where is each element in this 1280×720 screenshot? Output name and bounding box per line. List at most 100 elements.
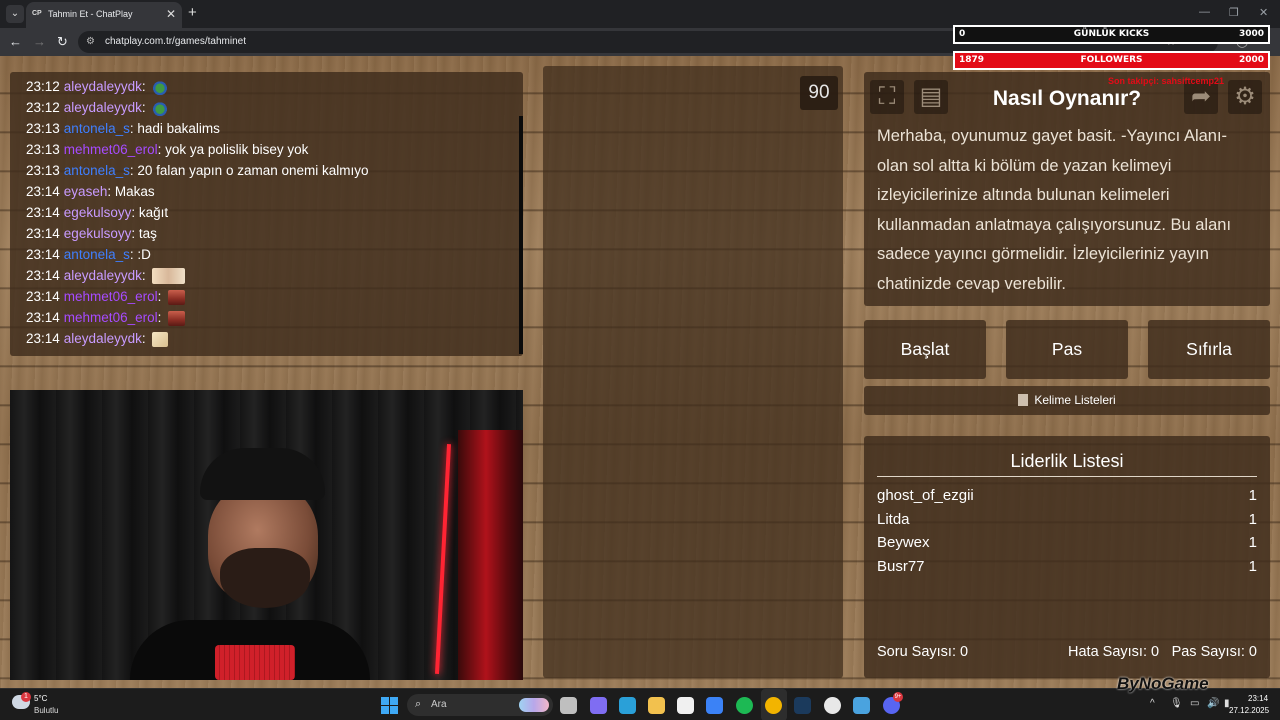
tab-favicon-icon: CP xyxy=(32,10,42,17)
chat-username[interactable]: mehmet06_erol xyxy=(64,142,158,157)
copilot-icon[interactable] xyxy=(590,697,607,714)
chat-emote-pepe-icon xyxy=(152,100,169,116)
word-lists-button[interactable]: Kelime Listeleri xyxy=(864,386,1270,415)
chat-username[interactable]: aleydaleyydk xyxy=(64,79,142,94)
chat-message-list: 23:12 aleydaleyydk: 23:12 aleydaleyydk: 23… xyxy=(26,76,507,349)
chat-username[interactable]: mehmet06_erol xyxy=(64,289,158,304)
timer-display: 90 xyxy=(800,76,838,110)
chat-timestamp: 23:14 xyxy=(26,310,60,325)
minimize-icon[interactable]: — xyxy=(1199,6,1210,18)
weather-description[interactable]: Bulutlu xyxy=(34,706,58,715)
spotify-icon[interactable] xyxy=(736,697,753,714)
player-name: Litda xyxy=(877,510,910,528)
chat-username[interactable]: antonela_s xyxy=(64,163,130,178)
forward-icon[interactable]: → xyxy=(33,34,46,49)
settings-gear-icon[interactable]: ⚙ xyxy=(1228,80,1262,114)
followers-target: 2000 xyxy=(1238,55,1264,65)
clock-time[interactable]: 23:14 xyxy=(1248,694,1268,703)
chat-timestamp: 23:14 xyxy=(26,184,60,199)
task-view-icon[interactable] xyxy=(560,697,577,714)
streamer-beard xyxy=(220,548,310,608)
start-windows-icon[interactable] xyxy=(381,697,398,714)
chat-username[interactable]: eyaseh xyxy=(64,184,108,199)
chat-username[interactable]: mehmet06_erol xyxy=(64,310,158,325)
last-follower-text: Son takipçi: sahsiftcemp21 xyxy=(1108,76,1225,86)
chat-username[interactable]: egekulsoyy xyxy=(64,226,132,241)
webcam-feed xyxy=(10,390,523,680)
restore-icon[interactable]: ❐ xyxy=(1229,6,1239,19)
chat-message: 23:14 mehmet06_erol: xyxy=(26,307,507,328)
chat-username[interactable]: aleydaleyydk xyxy=(64,331,142,346)
chat-text: yok ya polislik bisey yok xyxy=(165,142,309,157)
leaderboard-title: Liderlik Listesi xyxy=(877,451,1257,477)
chat-message: 23:13 antonela_s: hadi bakalims xyxy=(26,118,507,139)
game-stats: Soru Sayısı: 0 Hata Sayısı: 0 Pas Sayısı… xyxy=(877,644,1257,664)
mail-icon[interactable] xyxy=(706,697,723,714)
pass-button[interactable]: Pas xyxy=(1006,320,1128,379)
chat-message: 23:14 aleydaleyydk: xyxy=(26,265,507,286)
player-score: 1 xyxy=(1248,487,1257,504)
discord-notification-badge: 9+ xyxy=(893,692,903,702)
how-to-play-text: Merhaba, oyunumuz gayet basit. -Yayıncı … xyxy=(877,127,1232,293)
error-count: Hata Sayısı: 0 xyxy=(1068,644,1160,660)
chat-scrollbar[interactable] xyxy=(519,116,523,354)
chat-colon: : xyxy=(141,268,150,283)
file-explorer-icon[interactable] xyxy=(648,697,665,714)
chat-timestamp: 23:13 xyxy=(26,121,60,136)
chrome-icon[interactable] xyxy=(765,697,782,714)
chat-timestamp: 23:13 xyxy=(26,163,60,178)
tab-search-button[interactable]: ⌄ xyxy=(6,5,24,23)
chat-message: 23:13 mehmet06_erol: yok ya polislik bise… xyxy=(26,139,507,160)
tab-close-icon[interactable]: ✕ xyxy=(166,7,176,21)
weather-temperature[interactable]: 5°C xyxy=(34,694,47,703)
leaderboard-row: Litda 1 xyxy=(877,508,1257,532)
start-button[interactable]: Başlat xyxy=(864,320,986,379)
leaderboard-panel: Liderlik Listesi ghost_of_ezgii 1 Litda … xyxy=(864,436,1270,678)
site-info-icon[interactable]: ⚙ xyxy=(86,36,95,47)
taskbar-search-box[interactable]: ⌕ Ara xyxy=(407,694,553,716)
window-close-icon[interactable]: ✕ xyxy=(1259,6,1268,19)
chat-message: 23:14 aleydaleyydk: xyxy=(26,328,507,349)
chat-timestamp: 23:14 xyxy=(26,226,60,241)
tray-overflow-chevron-icon[interactable]: ^ xyxy=(1150,698,1155,709)
chat-text: taş xyxy=(138,226,157,241)
streamer-area-panel xyxy=(543,66,843,678)
chat-username[interactable]: egekulsoyy xyxy=(64,205,132,220)
bynogame-watermark-logo: ByNoGame xyxy=(1117,674,1209,693)
browser-tab[interactable]: CP Tahmin Et - ChatPlay ✕ xyxy=(26,2,182,28)
leaderboard-row: Beywex 1 xyxy=(877,531,1257,555)
chat-colon: : xyxy=(107,184,115,199)
chat-timestamp: 23:14 xyxy=(26,268,60,283)
clock-date[interactable]: 27.12.2025 xyxy=(1229,706,1269,715)
store-icon[interactable] xyxy=(677,697,694,714)
chat-timestamp: 23:14 xyxy=(26,331,60,346)
microphone-icon[interactable]: 🎙 xyxy=(1170,698,1183,709)
chat-text: :D xyxy=(137,247,151,262)
obs-icon[interactable] xyxy=(824,697,841,714)
url-text[interactable]: chatplay.com.tr/games/tahminet xyxy=(105,36,246,47)
chat-username[interactable]: aleydaleyydk xyxy=(64,268,142,283)
microphone xyxy=(215,645,295,680)
chat-username[interactable]: antonela_s xyxy=(64,121,130,136)
edge-icon[interactable] xyxy=(619,697,636,714)
windows-taskbar: 1 5°C Bulutlu ⌕ Ara 9+ ^ 🎙 ▭ 🔊 ▮ 23:14 2… xyxy=(0,688,1280,720)
chat-message: 23:12 aleydaleyydk: xyxy=(26,76,507,97)
chat-timestamp: 23:12 xyxy=(26,100,60,115)
back-icon[interactable]: ← xyxy=(9,34,22,49)
steam-icon[interactable] xyxy=(794,697,811,714)
chat-timestamp: 23:14 xyxy=(26,289,60,304)
chat-emote-face-icon xyxy=(168,289,186,305)
kicks-goal-bar: 0 GÜNLÜK KICKS 3000 xyxy=(953,25,1270,44)
new-tab-button[interactable]: + xyxy=(188,4,197,21)
chat-username[interactable]: antonela_s xyxy=(64,247,130,262)
chat-username[interactable]: aleydaleyydk xyxy=(64,100,142,115)
reset-button[interactable]: Sıfırla xyxy=(1148,320,1270,379)
volume-icon[interactable]: 🔊 xyxy=(1207,698,1219,709)
display-icon[interactable]: ▭ xyxy=(1190,698,1199,709)
chat-colon: : xyxy=(141,100,150,115)
reload-icon[interactable]: ↻ xyxy=(57,34,68,50)
chat-colon: : xyxy=(141,331,150,346)
app-extra-icon[interactable] xyxy=(853,697,870,714)
chat-text: kağıt xyxy=(138,205,169,220)
leaderboard-row: ghost_of_ezgii 1 xyxy=(877,484,1257,508)
